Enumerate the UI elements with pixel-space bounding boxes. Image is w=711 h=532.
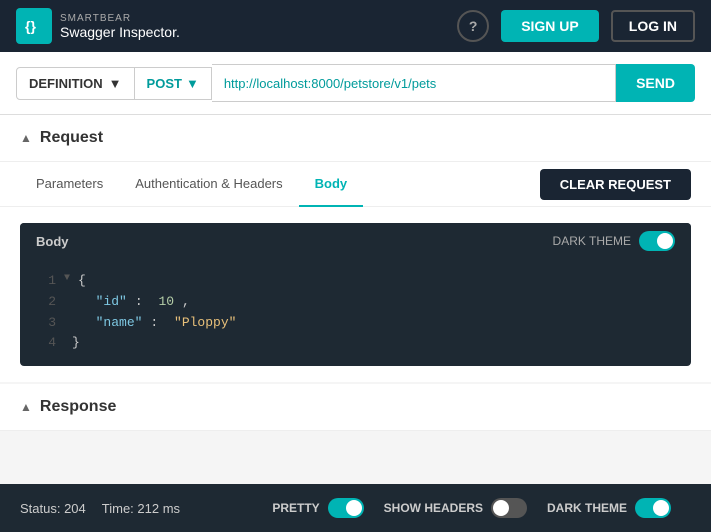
clear-request-button[interactable]: CLEAR REQUEST	[540, 169, 691, 200]
login-button[interactable]: LOG IN	[611, 10, 695, 42]
code-line-3: 3 "name" : "Ploppy"	[36, 313, 675, 334]
pretty-toggle[interactable]	[328, 498, 364, 518]
code-line-2: 2 "id" : 10 ,	[36, 292, 675, 313]
dark-theme-label: DARK THEME	[553, 234, 631, 248]
request-section: ▲ Request Parameters Authentication & He…	[0, 115, 711, 382]
body-editor-header: Body DARK THEME	[20, 223, 691, 259]
response-time: Time: 212 ms	[102, 501, 180, 516]
code-line-4: 4 }	[36, 333, 675, 354]
body-editor-container: Body DARK THEME 1 ▼ { 2	[0, 207, 711, 382]
definition-button[interactable]: DEFINITION ▼	[16, 67, 135, 100]
url-bar: DEFINITION ▼ POST ▼ SEND	[0, 52, 711, 115]
tab-parameters[interactable]: Parameters	[20, 162, 119, 207]
status-code: Status: 204	[20, 501, 86, 516]
dark-theme-toggle-group: DARK THEME	[553, 231, 675, 251]
logo-product: Swagger Inspector.	[60, 24, 180, 40]
request-section-header[interactable]: ▲ Request	[0, 115, 711, 162]
response-section-header[interactable]: ▲ Response	[0, 384, 711, 431]
url-input[interactable]	[212, 64, 616, 102]
status-bar: Status: 204 Time: 212 ms PRETTY SHOW HEA…	[0, 484, 711, 532]
definition-label: DEFINITION	[29, 76, 103, 91]
dark-theme-status-toggle-group: DARK THEME	[547, 498, 671, 518]
tab-body[interactable]: Body	[299, 162, 364, 207]
pretty-label: PRETTY	[272, 501, 319, 515]
show-headers-toggle-group: SHOW HEADERS	[384, 498, 527, 518]
page-wrapper: {} SmartBear Swagger Inspector. ? SIGN U…	[0, 0, 711, 532]
body-editor: Body DARK THEME 1 ▼ { 2	[20, 223, 691, 366]
navbar: {} SmartBear Swagger Inspector. ? SIGN U…	[0, 0, 711, 52]
svg-text:{}: {}	[25, 18, 36, 34]
show-headers-toggle[interactable]	[491, 498, 527, 518]
dark-theme-toggle[interactable]	[639, 231, 675, 251]
response-chevron-icon: ▲	[20, 400, 32, 414]
signup-button[interactable]: SIGN UP	[501, 10, 599, 42]
logo-text: SmartBear Swagger Inspector.	[60, 13, 180, 40]
code-area[interactable]: 1 ▼ { 2 "id" : 10 , 3	[20, 259, 691, 366]
request-section-title: Request	[40, 129, 103, 147]
dark-theme-status-label: DARK THEME	[547, 501, 627, 515]
send-button[interactable]: SEND	[616, 64, 695, 102]
definition-chevron-icon: ▼	[109, 76, 122, 91]
dark-theme-status-toggle[interactable]	[635, 498, 671, 518]
response-section: ▲ Response	[0, 384, 711, 431]
body-label: Body	[36, 234, 69, 249]
method-chevron-icon: ▼	[186, 76, 199, 91]
response-section-title: Response	[40, 398, 116, 416]
request-tabs-row: Parameters Authentication & Headers Body…	[0, 162, 711, 207]
show-headers-label: SHOW HEADERS	[384, 501, 483, 515]
navbar-logo: {} SmartBear Swagger Inspector.	[16, 8, 180, 44]
request-chevron-icon: ▲	[20, 131, 32, 145]
swagger-logo-icon: {}	[16, 8, 52, 44]
code-line-1: 1 ▼ {	[36, 271, 675, 292]
pretty-toggle-group: PRETTY	[272, 498, 363, 518]
logo-brand: SmartBear	[60, 13, 180, 24]
tab-auth-headers[interactable]: Authentication & Headers	[119, 162, 298, 207]
method-selector[interactable]: POST ▼	[135, 67, 212, 100]
method-value: POST	[147, 76, 182, 91]
help-icon[interactable]: ?	[457, 10, 489, 42]
